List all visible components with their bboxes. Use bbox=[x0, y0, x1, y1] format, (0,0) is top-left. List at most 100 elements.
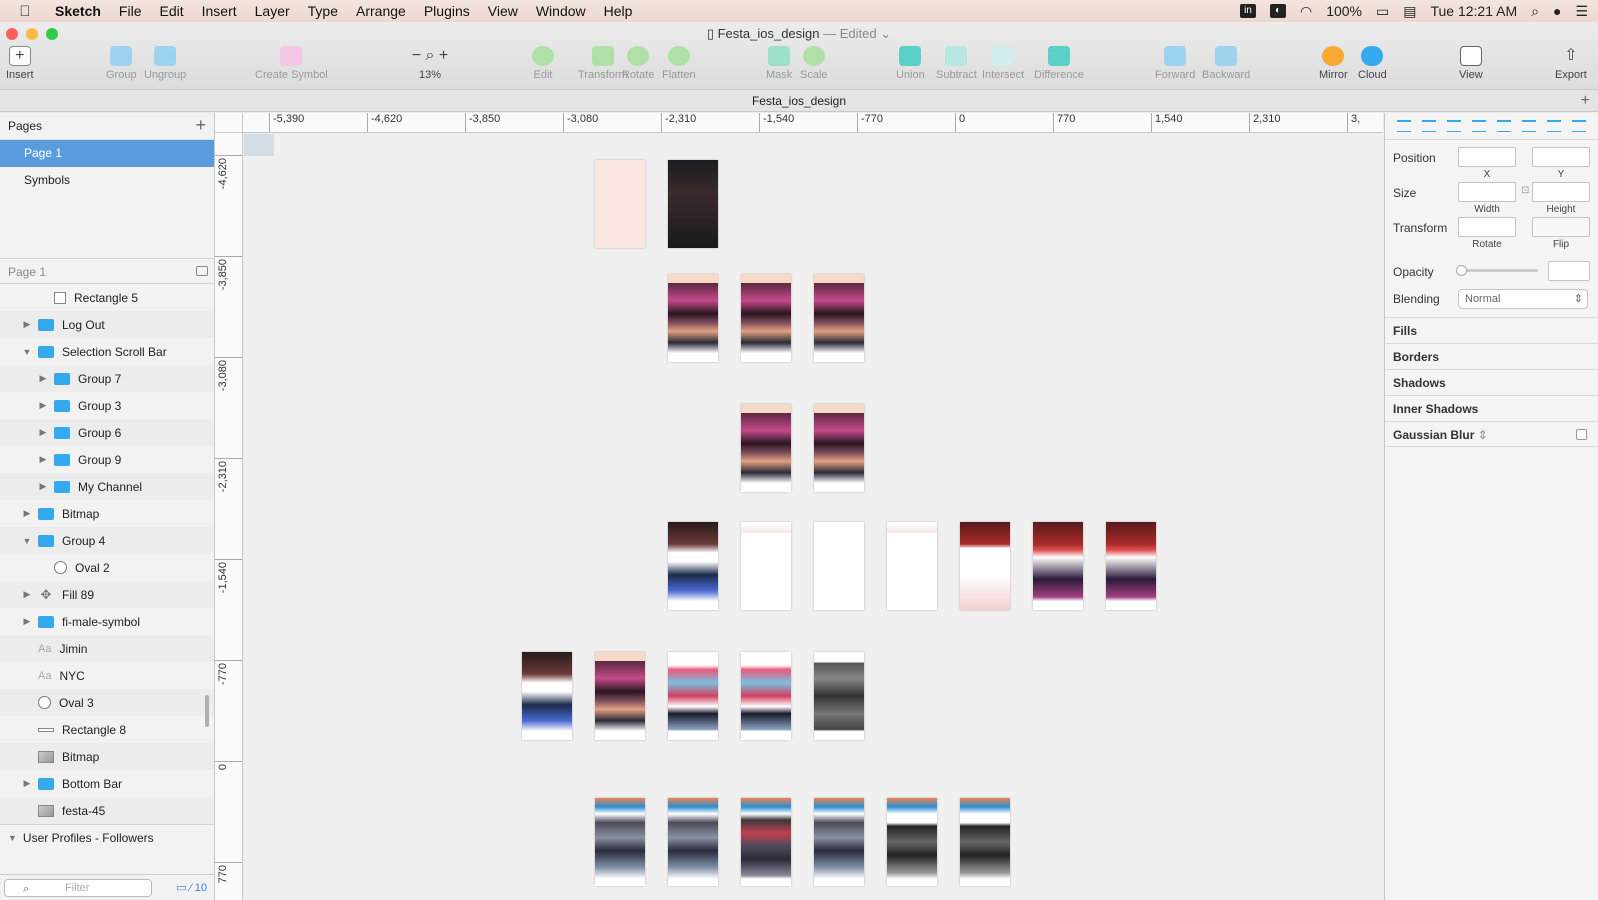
menu-file[interactable]: File bbox=[110, 3, 151, 19]
zoom-control[interactable]: − ⌕ + 13% bbox=[402, 46, 458, 81]
blur-type-chevron-icon[interactable]: ⇕ bbox=[1478, 428, 1488, 442]
artboard[interactable] bbox=[814, 652, 864, 740]
inner-shadows-section[interactable]: Inner Shadows bbox=[1385, 395, 1598, 421]
artboard[interactable] bbox=[741, 522, 791, 610]
document-tab[interactable]: Festa_ios_design bbox=[752, 94, 846, 108]
transform-button[interactable]: Transform bbox=[578, 46, 628, 81]
height-field[interactable] bbox=[1532, 182, 1590, 202]
menu-layer[interactable]: Layer bbox=[246, 3, 299, 19]
artboard[interactable] bbox=[595, 652, 645, 740]
opacity-field[interactable] bbox=[1548, 261, 1590, 281]
layer-row[interactable]: ▶ ✥ Fill 89 bbox=[0, 581, 214, 608]
disclosure-closed-icon[interactable]: ▶ bbox=[22, 319, 32, 330]
create-symbol-button[interactable]: Create Symbol bbox=[255, 46, 328, 81]
edit-button[interactable]: Edit bbox=[532, 46, 554, 81]
ungroup-button[interactable]: Ungroup bbox=[144, 46, 186, 81]
opacity-slider[interactable] bbox=[1456, 265, 1538, 276]
layer-row[interactable]: ▶ Bottom Bar bbox=[0, 770, 214, 797]
align-bottom-icon[interactable] bbox=[1572, 120, 1587, 132]
layer-row[interactable]: ▶ Log Out bbox=[0, 311, 214, 338]
page-item-page-1[interactable]: Page 1 bbox=[0, 140, 214, 167]
layer-row[interactable]: Aa NYC bbox=[0, 662, 214, 689]
insert-button[interactable]: + Insert bbox=[6, 46, 34, 81]
mask-button[interactable]: Mask bbox=[766, 46, 792, 81]
width-field[interactable] bbox=[1458, 182, 1516, 202]
artboard[interactable] bbox=[887, 798, 937, 886]
artboard-group-user-profiles[interactable]: ▼ User Profiles - Followers bbox=[0, 824, 214, 850]
menu-window[interactable]: Window bbox=[527, 3, 595, 19]
artboard[interactable] bbox=[741, 798, 791, 886]
intersect-button[interactable]: Intersect bbox=[982, 46, 1024, 81]
artboard[interactable] bbox=[814, 798, 864, 886]
blending-select[interactable]: Normal ⇕ bbox=[1458, 289, 1588, 309]
disclosure-closed-icon[interactable]: ▶ bbox=[38, 373, 48, 384]
artboard[interactable] bbox=[814, 404, 864, 492]
artboard[interactable] bbox=[814, 522, 864, 610]
artboard[interactable] bbox=[668, 274, 718, 362]
flip-buttons[interactable] bbox=[1532, 217, 1590, 237]
scale-button[interactable]: Scale bbox=[800, 46, 828, 81]
document-name[interactable]: Festa_ios_design bbox=[718, 26, 820, 41]
page-item-symbols[interactable]: Symbols bbox=[0, 167, 214, 194]
artboard[interactable] bbox=[522, 652, 572, 740]
union-button[interactable]: Union bbox=[896, 46, 925, 81]
artboard[interactable] bbox=[741, 652, 791, 740]
align-center-icon[interactable] bbox=[1471, 120, 1486, 132]
position-y-field[interactable] bbox=[1532, 147, 1590, 167]
artboard[interactable] bbox=[668, 160, 718, 248]
disclosure-closed-icon[interactable]: ▶ bbox=[38, 454, 48, 465]
layer-row[interactable]: ▼ Group 4 bbox=[0, 527, 214, 554]
notification-center-icon[interactable]: ☰ bbox=[1575, 3, 1588, 20]
layer-row[interactable]: Aa Jimin bbox=[0, 635, 214, 662]
menu-type[interactable]: Type bbox=[299, 3, 347, 19]
disclosure-closed-icon[interactable]: ▶ bbox=[22, 616, 32, 627]
position-x-field[interactable] bbox=[1458, 147, 1516, 167]
layer-row[interactable]: Rectangle 5 bbox=[0, 284, 214, 311]
layer-row[interactable]: ▶ Group 7 bbox=[0, 365, 214, 392]
fills-section[interactable]: Fills bbox=[1385, 317, 1598, 343]
align-right-icon[interactable] bbox=[1497, 120, 1512, 132]
canvas[interactable] bbox=[244, 134, 1384, 900]
layer-row[interactable]: ▶ Group 3 bbox=[0, 392, 214, 419]
flag-icon[interactable]: ▤ bbox=[1403, 3, 1416, 20]
backward-button[interactable]: Backward bbox=[1202, 46, 1250, 81]
vertical-ruler[interactable]: -4,620 -3,850 -3,080 -2,310 -1,540 -770 0 770 bbox=[215, 133, 243, 900]
group-button[interactable]: Group bbox=[106, 46, 137, 81]
disclosure-closed-icon[interactable]: ▶ bbox=[38, 481, 48, 492]
lock-icon[interactable]: ⊡ bbox=[1521, 185, 1529, 196]
distribute-horizontal-icon[interactable] bbox=[1396, 120, 1411, 132]
rotate-button[interactable]: Rotate bbox=[622, 46, 654, 81]
filter-input[interactable]: ⌕ Filter bbox=[4, 879, 152, 897]
app-status-icon[interactable]: ◐ bbox=[1269, 4, 1286, 18]
gaussian-blur-section[interactable]: Gaussian Blur ⇕ bbox=[1385, 421, 1598, 447]
layer-row[interactable]: Oval 3 bbox=[0, 689, 214, 716]
artboard[interactable] bbox=[741, 404, 791, 492]
opacity-slider-knob[interactable] bbox=[1456, 265, 1467, 276]
artboard[interactable] bbox=[1033, 522, 1083, 610]
shadows-section[interactable]: Shadows bbox=[1385, 369, 1598, 395]
artboard[interactable] bbox=[595, 798, 645, 886]
layer-row[interactable]: festa-45 bbox=[0, 797, 214, 824]
add-page-icon[interactable]: + bbox=[195, 113, 206, 139]
clock[interactable]: Tue 12:21 AM bbox=[1430, 3, 1517, 19]
artboard[interactable] bbox=[668, 798, 718, 886]
artboard[interactable] bbox=[741, 274, 791, 362]
layer-row[interactable]: ▶ Bitmap bbox=[0, 500, 214, 527]
layer-row[interactable]: ▶ My Channel bbox=[0, 473, 214, 500]
battery-percent[interactable]: 100% bbox=[1326, 3, 1362, 19]
artboard[interactable] bbox=[668, 522, 718, 610]
filter-options[interactable]: ▭ ⁄ 10 bbox=[176, 881, 207, 894]
layer-row[interactable]: Bitmap bbox=[0, 743, 214, 770]
export-button[interactable]: ⇧ Export bbox=[1555, 46, 1587, 81]
artboard[interactable] bbox=[960, 798, 1010, 886]
add-tab-icon[interactable]: + bbox=[1581, 90, 1590, 112]
siri-icon[interactable]: ● bbox=[1553, 3, 1561, 19]
artboard[interactable] bbox=[887, 522, 937, 610]
battery-icon[interactable]: ▭ bbox=[1376, 3, 1389, 20]
forward-button[interactable]: Forward bbox=[1155, 46, 1195, 81]
horizontal-ruler[interactable]: -5,390 -4,620 -3,850 -3,080 -2,310 -1,540 -770… bbox=[243, 113, 1383, 133]
layer-row[interactable]: ▶ Group 9 bbox=[0, 446, 214, 473]
in-icon[interactable]: in bbox=[1239, 4, 1256, 18]
layer-row[interactable]: Rectangle 8 bbox=[0, 716, 214, 743]
flatten-button[interactable]: Flatten bbox=[662, 46, 696, 81]
